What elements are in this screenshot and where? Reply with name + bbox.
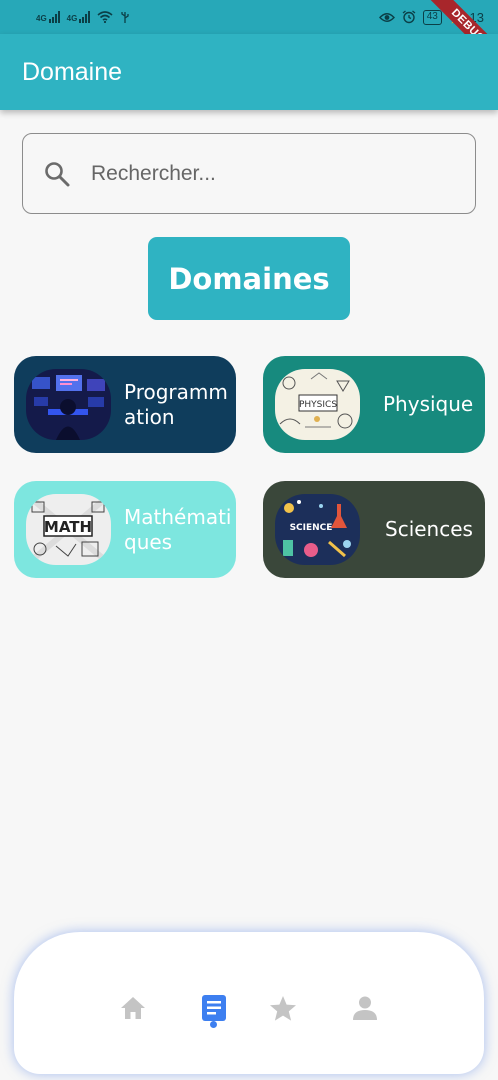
- svg-text:PHYSICS: PHYSICS: [299, 400, 337, 410]
- signal-1-tag: 4G: [36, 14, 47, 23]
- list-icon: [202, 995, 226, 1021]
- home-icon: [121, 997, 145, 1019]
- search-icon: [45, 161, 70, 186]
- domaines-button[interactable]: Domaines: [148, 237, 350, 320]
- signal-2-tag: 4G: [66, 14, 78, 23]
- domain-card-sciences[interactable]: SCIENCE Sciences: [263, 481, 485, 578]
- domain-card-mathematiques[interactable]: MATH Mathématiques: [14, 481, 236, 578]
- page-title: Domaine: [22, 57, 123, 86]
- status-left: 4G 4G: [36, 11, 130, 24]
- active-indicator: [210, 1021, 217, 1028]
- app-bar: Domaine: [0, 34, 498, 110]
- domain-label: Mathématiques: [124, 505, 232, 554]
- battery-indicator: 43: [422, 9, 442, 25]
- charging-icon: ⚡: [448, 11, 463, 24]
- bottom-nav-bar: [14, 932, 484, 1074]
- domain-card-physique[interactable]: PHYSICS Physique: [263, 356, 485, 453]
- svg-text:SCIENCE: SCIENCE: [290, 523, 333, 533]
- math-image: MATH: [26, 494, 111, 565]
- status-bar: 4G 4G 43 ⚡ 13: [0, 0, 498, 34]
- science-image: SCIENCE: [275, 494, 360, 565]
- alarm-icon: [402, 10, 416, 24]
- eye-icon: [378, 12, 395, 22]
- signal-2-icon: 4G: [67, 11, 91, 23]
- nav-favorites[interactable]: [265, 990, 301, 1026]
- person-icon: [353, 996, 377, 1020]
- programming-image: [26, 369, 111, 440]
- status-right: 43 ⚡ 13: [378, 9, 484, 25]
- nav-home[interactable]: [115, 990, 151, 1026]
- physics-image: PHYSICS: [275, 369, 360, 440]
- domain-label: Physique: [383, 392, 474, 416]
- usb-icon: [121, 11, 129, 23]
- clock: 13: [469, 9, 484, 25]
- domain-label: Programmation: [124, 380, 228, 429]
- svg-text:MATH: MATH: [44, 518, 92, 536]
- domain-label: Sciences: [385, 517, 473, 541]
- signal-1-icon: 4G: [36, 11, 60, 23]
- domain-card-programmation[interactable]: Programmation: [14, 356, 236, 453]
- wifi-icon: [97, 11, 113, 23]
- search-bar[interactable]: [22, 133, 476, 214]
- search-input[interactable]: [91, 161, 431, 186]
- star-icon: [270, 995, 296, 1021]
- nav-profile[interactable]: [347, 990, 383, 1026]
